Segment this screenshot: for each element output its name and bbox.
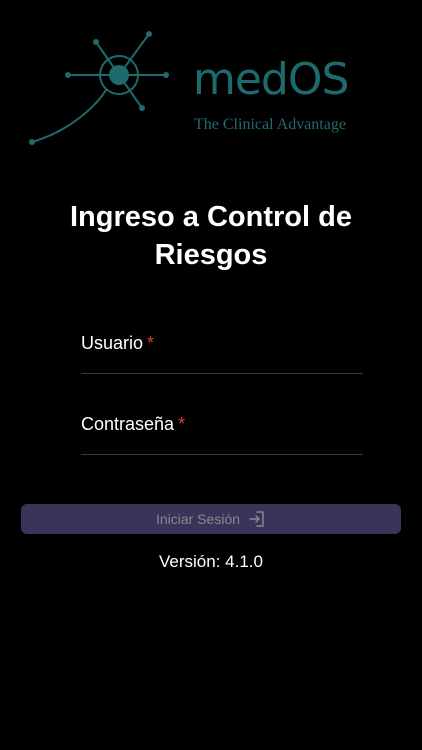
login-button[interactable]: Iniciar Sesión — [21, 504, 401, 534]
brand-name: medOS — [193, 54, 349, 105]
version-label: Versión: 4.1.0 — [159, 552, 263, 571]
page-title: Ingreso a Control de Riesgos — [70, 201, 352, 271]
sign-in-icon — [249, 511, 264, 527]
username-field[interactable]: Usuario * — [81, 331, 363, 374]
network-node-logo-icon — [29, 31, 169, 145]
username-input[interactable] — [81, 331, 363, 373]
brand-tagline: The Clinical Advantage — [194, 116, 346, 133]
login-button-label: Iniciar Sesión — [155, 511, 241, 527]
password-field[interactable]: Contraseña * — [81, 412, 363, 455]
brand-logo: medOS The Clinical Advantage — [28, 28, 368, 148]
password-input[interactable] — [81, 412, 363, 454]
